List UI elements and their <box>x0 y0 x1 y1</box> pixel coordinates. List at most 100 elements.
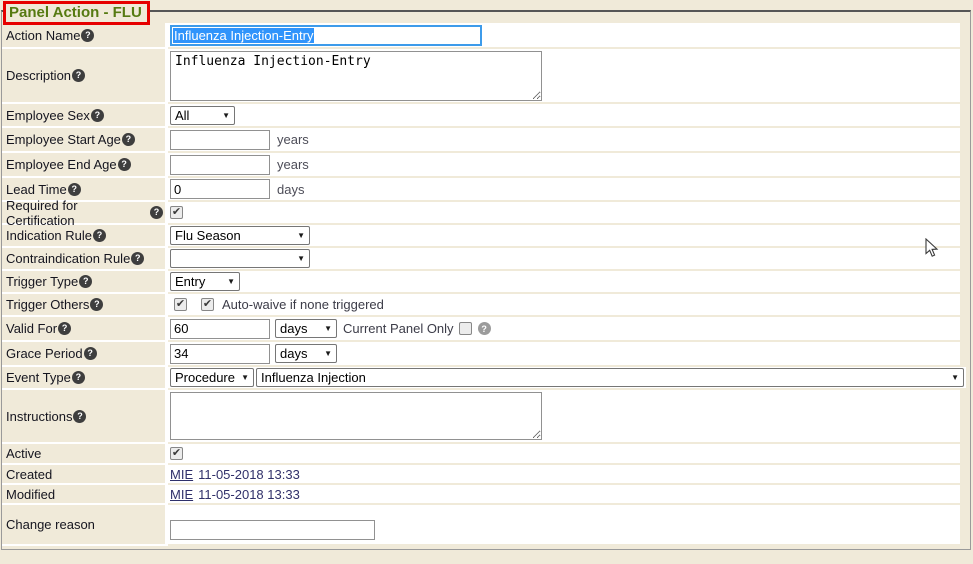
selected-text: Influenza Injection-Entry <box>173 28 314 43</box>
select-value: Influenza Injection <box>261 370 366 385</box>
change-reason-label: Change reason <box>6 517 95 532</box>
chevron-down-icon: ▼ <box>222 111 230 120</box>
help-icon[interactable]: ? <box>72 371 85 384</box>
select-value: Flu Season <box>175 228 241 243</box>
valid-for-unit-select[interactable]: days ▼ <box>275 319 337 338</box>
lead-time-input[interactable] <box>170 179 270 199</box>
help-icon[interactable]: ? <box>84 347 97 360</box>
trigger-others-checkbox[interactable]: ✔ <box>174 298 187 311</box>
employee-end-age-label: Employee End Age <box>6 157 117 172</box>
help-icon[interactable]: ? <box>90 298 103 311</box>
row-contraindication-rule: Contraindication Rule? ▼ <box>2 248 970 271</box>
indication-rule-select[interactable]: Flu Season ▼ <box>170 226 310 245</box>
row-description: Description? Influenza Injection-Entry <box>2 49 970 104</box>
grace-period-label: Grace Period <box>6 346 83 361</box>
checkmark-icon: ✔ <box>172 207 181 218</box>
row-trigger-type: Trigger Type? Entry ▼ <box>2 271 970 294</box>
modified-user-link[interactable]: MIE <box>170 487 193 502</box>
chevron-down-icon: ▼ <box>951 373 959 382</box>
description-label: Description <box>6 68 71 83</box>
mouse-cursor <box>925 238 939 258</box>
event-type-label: Event Type <box>6 370 71 385</box>
help-icon[interactable]: ? <box>150 206 163 219</box>
chevron-down-icon: ▼ <box>227 277 235 286</box>
checkmark-icon: ✔ <box>172 448 181 459</box>
contraindication-rule-label: Contraindication Rule <box>6 251 130 266</box>
trigger-others-label: Trigger Others <box>6 297 89 312</box>
contraindication-rule-select[interactable]: ▼ <box>170 249 310 268</box>
chevron-down-icon: ▼ <box>324 324 332 333</box>
row-indication-rule: Indication Rule? Flu Season ▼ <box>2 225 970 248</box>
select-value: days <box>280 321 307 336</box>
help-icon[interactable]: ? <box>68 183 81 196</box>
row-grace-period: Grace Period? days ▼ <box>2 342 970 367</box>
select-value: Entry <box>175 274 205 289</box>
current-panel-only-label: Current Panel Only <box>343 321 454 336</box>
required-for-certification-label: Required for Certification <box>6 198 149 228</box>
panel-action-form: Panel Action - FLU Action Name? Influenz… <box>1 10 971 550</box>
row-employee-start-age: Employee Start Age? years <box>2 128 970 153</box>
checkmark-icon: ✔ <box>176 299 185 310</box>
action-name-input[interactable]: Influenza Injection-Entry <box>170 25 482 46</box>
help-icon[interactable]: ? <box>73 410 86 423</box>
active-label: Active <box>6 446 41 461</box>
row-instructions: Instructions? <box>2 390 970 444</box>
help-icon[interactable]: ? <box>478 322 491 335</box>
employee-sex-label: Employee Sex <box>6 108 90 123</box>
action-name-label: Action Name <box>6 28 80 43</box>
indication-rule-label: Indication Rule <box>6 228 92 243</box>
instructions-label: Instructions <box>6 409 72 424</box>
auto-waive-checkbox[interactable]: ✔ <box>201 298 214 311</box>
employee-start-age-input[interactable] <box>170 130 270 150</box>
modified-label: Modified <box>6 487 55 502</box>
help-icon[interactable]: ? <box>81 29 94 42</box>
unit-label: years <box>277 132 309 147</box>
lead-time-label: Lead Time <box>6 182 67 197</box>
help-icon[interactable]: ? <box>72 69 85 82</box>
event-type-value-select[interactable]: Influenza Injection ▼ <box>256 368 964 387</box>
select-value: All <box>175 108 189 123</box>
select-value: Procedure <box>175 370 235 385</box>
row-active: Active ✔ <box>2 444 970 465</box>
modified-timestamp: 11-05-2018 13:33 <box>198 487 300 502</box>
valid-for-input[interactable] <box>170 319 270 339</box>
instructions-textarea[interactable] <box>170 392 542 440</box>
help-icon[interactable]: ? <box>93 229 106 242</box>
chevron-down-icon: ▼ <box>297 231 305 240</box>
help-icon[interactable]: ? <box>118 158 131 171</box>
row-action-name: Action Name? Influenza Injection-Entry <box>2 23 970 49</box>
page-title: Panel Action - FLU <box>3 1 150 25</box>
select-value: days <box>280 346 307 361</box>
chevron-down-icon: ▼ <box>324 349 332 358</box>
current-panel-only-checkbox[interactable] <box>459 322 472 335</box>
help-icon[interactable]: ? <box>122 133 135 146</box>
created-label: Created <box>6 467 52 482</box>
created-timestamp: 11-05-2018 13:33 <box>198 467 300 482</box>
created-user-link[interactable]: MIE <box>170 467 193 482</box>
row-trigger-others: Trigger Others? ✔ ✔ Auto-waive if none t… <box>2 294 970 317</box>
employee-sex-select[interactable]: All ▼ <box>170 106 235 125</box>
event-type-category-select[interactable]: Procedure ▼ <box>170 368 254 387</box>
help-icon[interactable]: ? <box>131 252 144 265</box>
auto-waive-label: Auto-waive if none triggered <box>222 297 384 312</box>
help-icon[interactable]: ? <box>58 322 71 335</box>
active-checkbox[interactable]: ✔ <box>170 447 183 460</box>
chevron-down-icon: ▼ <box>241 373 249 382</box>
grace-period-unit-select[interactable]: days ▼ <box>275 344 337 363</box>
description-textarea[interactable]: Influenza Injection-Entry <box>170 51 542 101</box>
trigger-type-select[interactable]: Entry ▼ <box>170 272 240 291</box>
row-valid-for: Valid For? days ▼ Current Panel Only ? <box>2 317 970 342</box>
checkmark-icon: ✔ <box>203 299 212 310</box>
employee-end-age-input[interactable] <box>170 155 270 175</box>
unit-label: years <box>277 157 309 172</box>
row-required-for-certification: Required for Certification? ✔ <box>2 202 970 225</box>
grace-period-input[interactable] <box>170 344 270 364</box>
row-employee-end-age: Employee End Age? years <box>2 153 970 178</box>
row-created: Created MIE 11-05-2018 13:33 <box>2 465 970 485</box>
required-for-certification-checkbox[interactable]: ✔ <box>170 206 183 219</box>
help-icon[interactable]: ? <box>91 109 104 122</box>
help-icon[interactable]: ? <box>79 275 92 288</box>
trigger-type-label: Trigger Type <box>6 274 78 289</box>
change-reason-input[interactable] <box>170 520 375 540</box>
employee-start-age-label: Employee Start Age <box>6 132 121 147</box>
